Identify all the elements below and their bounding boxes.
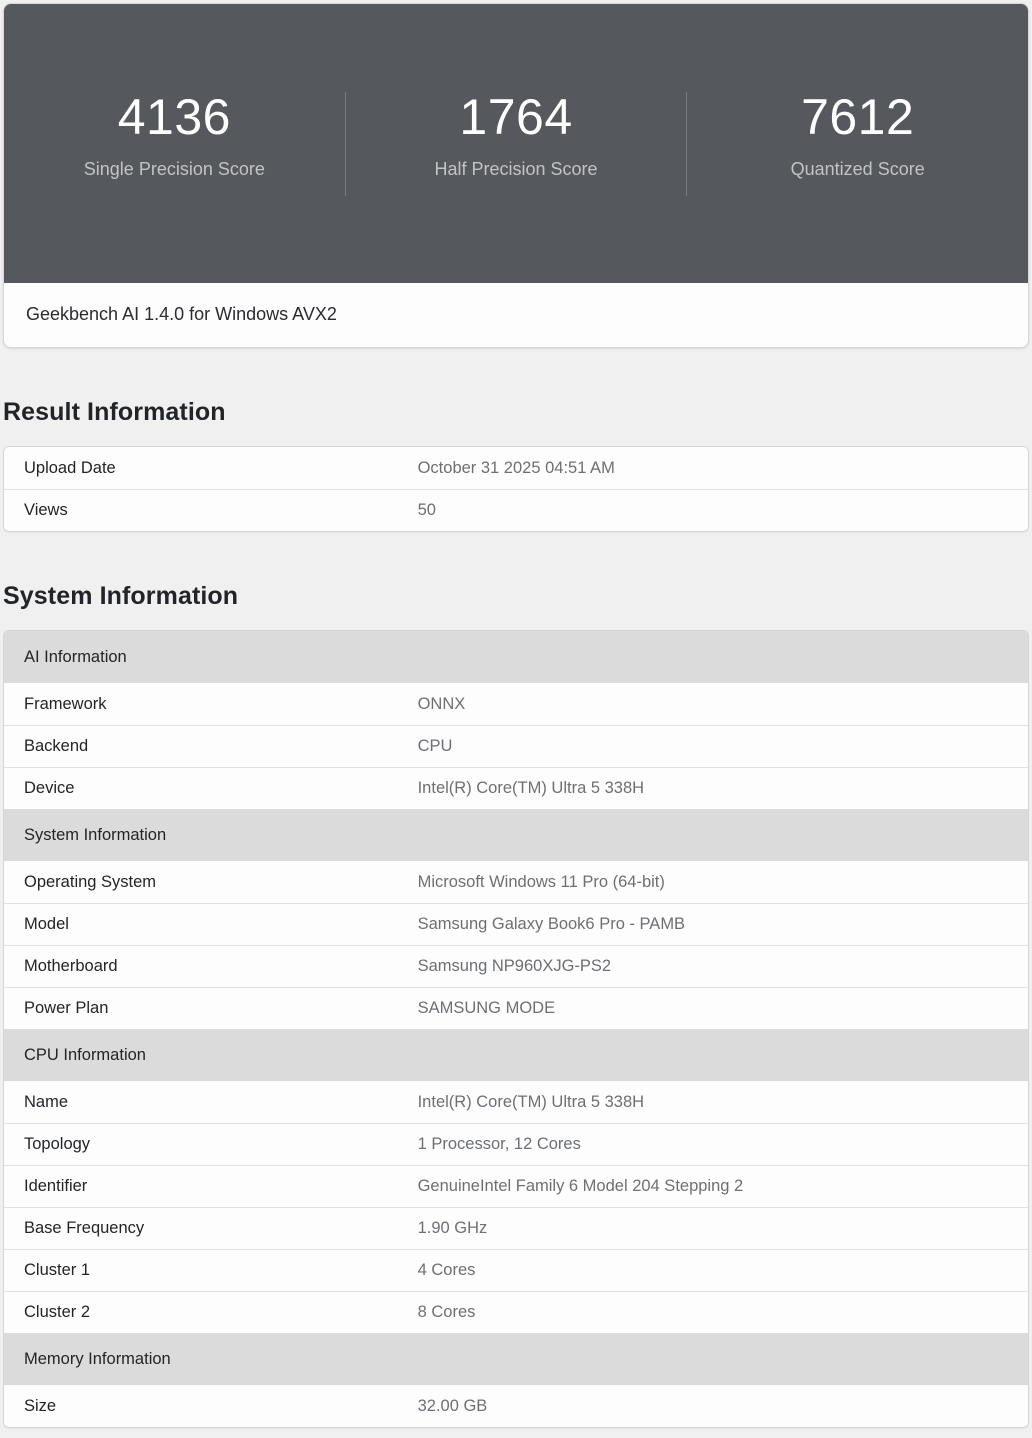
- row-value: GenuineIntel Family 6 Model 204 Stepping…: [418, 1177, 1008, 1196]
- system-information-table: AI Information Framework ONNX Backend CP…: [3, 630, 1029, 1428]
- row-value: ONNX: [418, 695, 1008, 714]
- row-value: Microsoft Windows 11 Pro (64-bit): [418, 873, 1008, 892]
- table-row: Power Plan SAMSUNG MODE: [4, 987, 1028, 1029]
- system-information-heading: System Information: [3, 582, 1029, 611]
- score-card: 4136 Single Precision Score 1764 Half Pr…: [3, 3, 1029, 348]
- table-row: Model Samsung Galaxy Book6 Pro - PAMB: [4, 903, 1028, 945]
- table-row: Topology 1 Processor, 12 Cores: [4, 1123, 1028, 1165]
- table-row: Device Intel(R) Core(TM) Ultra 5 338H: [4, 767, 1028, 809]
- benchmark-version-label: Geekbench AI 1.4.0 for Windows AVX2: [26, 304, 337, 324]
- half-precision-score-block: 1764 Half Precision Score: [345, 92, 687, 196]
- row-value: SAMSUNG MODE: [418, 999, 1008, 1018]
- table-row: Framework ONNX: [4, 683, 1028, 725]
- result-information-table: Upload Date October 31 2025 04:51 AM Vie…: [3, 446, 1029, 532]
- section-header: System Information: [4, 809, 1028, 861]
- single-precision-score-value: 4136: [118, 92, 231, 142]
- table-row: Cluster 2 8 Cores: [4, 1291, 1028, 1333]
- row-label: Views: [24, 501, 418, 520]
- section-header-label: Memory Information: [24, 1350, 171, 1369]
- row-label: Model: [24, 915, 418, 934]
- section-header: AI Information: [4, 631, 1028, 683]
- table-row: Identifier GenuineIntel Family 6 Model 2…: [4, 1165, 1028, 1207]
- table-row: Operating System Microsoft Windows 11 Pr…: [4, 861, 1028, 903]
- row-label: Identifier: [24, 1177, 418, 1196]
- page: 4136 Single Precision Score 1764 Half Pr…: [0, 0, 1032, 1438]
- row-label: Framework: [24, 695, 418, 714]
- section-header-label: AI Information: [24, 648, 127, 667]
- row-label: Motherboard: [24, 957, 418, 976]
- row-label: Device: [24, 779, 418, 798]
- row-value: October 31 2025 04:51 AM: [418, 459, 1008, 478]
- table-row: Upload Date October 31 2025 04:51 AM: [4, 447, 1028, 489]
- row-label: Size: [24, 1397, 418, 1416]
- section-header: Memory Information: [4, 1333, 1028, 1385]
- table-row: Base Frequency 1.90 GHz: [4, 1207, 1028, 1249]
- table-row: Motherboard Samsung NP960XJG-PS2: [4, 945, 1028, 987]
- row-value: 1.90 GHz: [418, 1219, 1008, 1238]
- row-value: 8 Cores: [418, 1303, 1008, 1322]
- row-label: Cluster 2: [24, 1303, 418, 1322]
- row-label: Operating System: [24, 873, 418, 892]
- row-value: 1 Processor, 12 Cores: [418, 1135, 1008, 1154]
- table-row: Backend CPU: [4, 725, 1028, 767]
- row-label: Backend: [24, 737, 418, 756]
- row-value: Intel(R) Core(TM) Ultra 5 338H: [418, 1093, 1008, 1112]
- quantized-score-block: 7612 Quantized Score: [686, 92, 1028, 196]
- row-value: CPU: [418, 737, 1008, 756]
- result-information-heading: Result Information: [3, 398, 1029, 427]
- row-label: Topology: [24, 1135, 418, 1154]
- row-value: 32.00 GB: [418, 1397, 1008, 1416]
- row-value: Samsung NP960XJG-PS2: [418, 957, 1008, 976]
- row-value: Intel(R) Core(TM) Ultra 5 338H: [418, 779, 1008, 798]
- section-header-label: System Information: [24, 826, 166, 845]
- row-label: Power Plan: [24, 999, 418, 1018]
- half-precision-score-value: 1764: [459, 92, 572, 142]
- row-label: Cluster 1: [24, 1261, 418, 1280]
- quantized-score-label: Quantized Score: [791, 159, 925, 180]
- section-header: CPU Information: [4, 1029, 1028, 1081]
- row-value: 50: [418, 501, 1008, 520]
- single-precision-score-label: Single Precision Score: [84, 159, 265, 180]
- table-row: Size 32.00 GB: [4, 1385, 1028, 1427]
- single-precision-score-block: 4136 Single Precision Score: [4, 92, 345, 196]
- row-label: Base Frequency: [24, 1219, 418, 1238]
- row-label: Upload Date: [24, 459, 418, 478]
- table-row: Views 50: [4, 489, 1028, 531]
- score-hero: 4136 Single Precision Score 1764 Half Pr…: [4, 4, 1028, 283]
- section-header-label: CPU Information: [24, 1046, 146, 1065]
- table-row: Name Intel(R) Core(TM) Ultra 5 338H: [4, 1081, 1028, 1123]
- row-label: Name: [24, 1093, 418, 1112]
- table-row: Cluster 1 4 Cores: [4, 1249, 1028, 1291]
- quantized-score-value: 7612: [801, 92, 914, 142]
- row-value: 4 Cores: [418, 1261, 1008, 1280]
- benchmark-version-bar: Geekbench AI 1.4.0 for Windows AVX2: [4, 283, 1028, 347]
- half-precision-score-label: Half Precision Score: [434, 159, 597, 180]
- row-value: Samsung Galaxy Book6 Pro - PAMB: [418, 915, 1008, 934]
